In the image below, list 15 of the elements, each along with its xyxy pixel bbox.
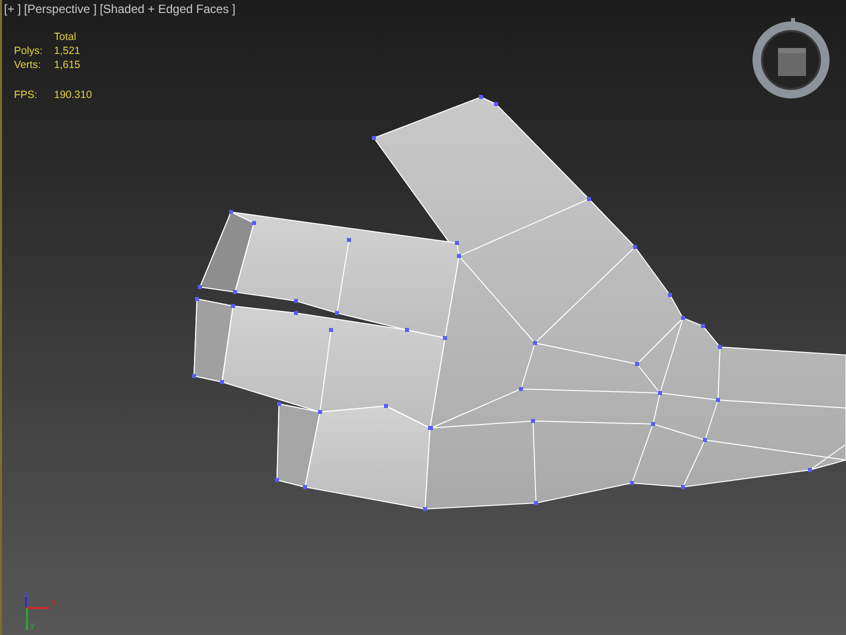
stat-value: 190.310 (54, 89, 92, 101)
stat-value: 1,615 (54, 59, 82, 71)
viewport-menu-label[interactable]: [Shaded + Edged Faces ] (100, 2, 236, 16)
stat-value: 1,521 (54, 45, 82, 57)
z-axis-label: z (24, 589, 28, 599)
y-axis-label: y (30, 620, 34, 630)
viewport-menu-label[interactable]: [Perspective ] (24, 2, 97, 16)
axis-tripod-icon (25, 597, 50, 630)
stat-label: FPS: (14, 89, 38, 101)
stat-label: Polys: (14, 45, 44, 57)
stat-label: Verts: (14, 59, 42, 71)
viewcube-icon[interactable] (752, 18, 830, 98)
viewport-menu-label[interactable]: [+ ] (4, 2, 22, 16)
stats-header: Total (54, 31, 78, 43)
x-axis-label: x (51, 597, 56, 607)
